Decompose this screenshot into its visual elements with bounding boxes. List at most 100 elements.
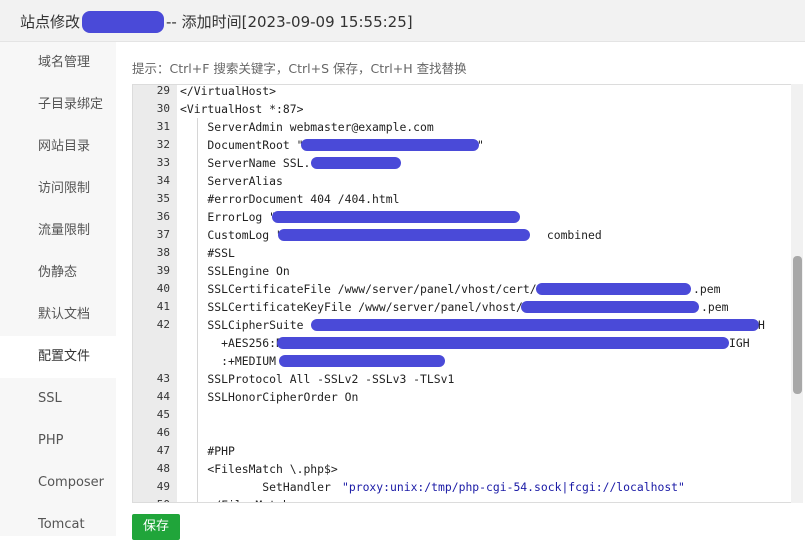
code-text: ServerName SSL.: [180, 156, 311, 170]
dialog-title-bar: 站点修改 -- 添加时间[2023-09-09 15:55:25]: [0, 0, 805, 42]
sidebar-item-0[interactable]: 域名管理: [0, 42, 116, 84]
code-text: <VirtualHost *:87>: [180, 102, 304, 116]
code-line: 48 <FilesMatch \.php$>: [133, 460, 802, 478]
code-text: :+MEDIUM: [180, 354, 277, 368]
code-text-tail: IGH: [729, 336, 750, 350]
line-number: 33: [156, 156, 170, 169]
code-line: 44 SSLHonorCipherOrder On: [133, 388, 802, 406]
sidebar-item-5[interactable]: 伪静态: [0, 252, 116, 294]
code-text: SetHandler: [180, 480, 338, 494]
code-text-tail: H: [758, 318, 765, 332]
line-number: 37: [156, 228, 170, 241]
config-file-editor[interactable]: 29 </VirtualHost> 30 <VirtualHost *:87> 31 S…: [132, 84, 803, 503]
code-line: 29 </VirtualHost>: [133, 84, 802, 100]
code-line: 39 SSLEngine On: [133, 262, 802, 280]
line-number: 39: [156, 264, 170, 277]
code-line: 47 #PHP: [133, 442, 802, 460]
code-line: 35 #errorDocument 404 /404.html: [133, 190, 802, 208]
redacted-site-name: [82, 11, 164, 33]
code-text: SSLCipherSuite: [180, 318, 311, 332]
redacted-value: [279, 355, 445, 367]
code-line: 33 ServerName SSL.: [133, 154, 802, 172]
line-number: 30: [156, 102, 170, 115]
redacted-value: [311, 157, 401, 169]
code-line: 40 SSLCertificateFile /www/server/panel/…: [133, 280, 802, 298]
editor-scrollbar-thumb[interactable]: [793, 256, 802, 394]
line-number: 32: [156, 138, 170, 151]
editor-shortcut-hint: 提示：Ctrl+F 搜索关键字，Ctrl+S 保存，Ctrl+H 查找替换: [132, 61, 467, 76]
code-text: SSLHonorCipherOrder On: [180, 390, 359, 404]
dialog-title-prefix: 站点修改: [20, 13, 81, 31]
redacted-value: [311, 319, 759, 331]
code-text: <FilesMatch \.php$>: [180, 462, 338, 476]
sidebar-item-1[interactable]: 子目录绑定: [0, 84, 116, 126]
code-text: #PHP: [180, 444, 235, 458]
code-string: "proxy:unix:/tmp/php-cgi-54.sock|fcgi://…: [342, 480, 685, 494]
sidebar-item-11[interactable]: Tomcat: [0, 504, 116, 546]
code-line: 32 DocumentRoot " ": [133, 136, 802, 154]
code-line: +AES256:R IGH: [133, 334, 802, 352]
line-number: 38: [156, 246, 170, 259]
code-text: CustomLog ": [180, 228, 283, 242]
sidebar-item-2[interactable]: 网站目录: [0, 126, 116, 168]
sidebar-item-7[interactable]: 配置文件: [0, 336, 116, 378]
line-number: 34: [156, 174, 170, 187]
code-line: 36 ErrorLog ": [133, 208, 802, 226]
code-line: 49 SetHandler "proxy:unix:/tmp/php-cgi-5…: [133, 478, 802, 496]
code-text: SSLProtocol All -SSLv2 -SSLv3 -TLSv1: [180, 372, 455, 386]
line-number: 45: [156, 408, 170, 421]
line-number: 46: [156, 426, 170, 439]
indent-guide: [197, 118, 198, 502]
redacted-value: [536, 283, 691, 295]
sidebar-item-8[interactable]: SSL: [0, 378, 116, 420]
code-line: 31 ServerAdmin webmaster@example.com: [133, 118, 802, 136]
code-text: SSLCertificateFile /www/server/panel/vho…: [180, 282, 537, 296]
line-number: 31: [156, 120, 170, 133]
code-line: 50 </FilesMatch>: [133, 496, 802, 502]
code-text: ErrorLog ": [180, 210, 277, 224]
redacted-value: [277, 337, 729, 349]
line-number: 43: [156, 372, 170, 385]
code-text: ServerAlias: [180, 174, 283, 188]
sidebar-item-3[interactable]: 访问限制: [0, 168, 116, 210]
redacted-value: [301, 139, 479, 151]
sidebar-item-6[interactable]: 默认文档: [0, 294, 116, 336]
code-text: #errorDocument 404 /404.html: [180, 192, 400, 206]
line-number: 49: [156, 480, 170, 493]
code-text: SSLCertificateKeyFile /www/server/panel/…: [180, 300, 523, 314]
code-line: 45: [133, 406, 802, 424]
sidebar-item-9[interactable]: PHP: [0, 420, 116, 462]
code-line: 46: [133, 424, 802, 442]
line-number: 47: [156, 444, 170, 457]
code-text-tail: combined: [540, 228, 602, 242]
code-line: :+MEDIUM: [133, 352, 802, 370]
code-text: #SSL: [180, 246, 235, 260]
code-text: +AES256:R: [180, 336, 283, 350]
save-button[interactable]: 保存: [132, 514, 180, 540]
code-text: DocumentRoot ": [180, 138, 304, 152]
sidebar-item-4[interactable]: 流量限制: [0, 210, 116, 252]
line-number: 42: [156, 318, 170, 331]
dialog-title-timestamp: -- 添加时间[2023-09-09 15:55:25]: [166, 13, 413, 31]
redacted-value: [521, 301, 699, 313]
line-number: 36: [156, 210, 170, 223]
redacted-value: [278, 229, 530, 241]
line-number: 48: [156, 462, 170, 475]
sidebar-item-10[interactable]: Composer: [0, 462, 116, 504]
line-number: 50: [133, 496, 170, 502]
code-text: ServerAdmin webmaster@example.com: [180, 120, 434, 134]
line-number: 44: [156, 390, 170, 403]
code-line: 43 SSLProtocol All -SSLv2 -SSLv3 -TLSv1: [133, 370, 802, 388]
code-line: 30 <VirtualHost *:87>: [133, 100, 802, 118]
code-line: 37 CustomLog " combined: [133, 226, 802, 244]
code-text-tail: ": [477, 138, 484, 152]
code-text: </VirtualHost>: [180, 84, 277, 98]
code-line: 41 SSLCertificateKeyFile /www/server/pan…: [133, 298, 802, 316]
line-number: 41: [156, 300, 170, 313]
line-number: 29: [156, 84, 170, 97]
code-line: 42 SSLCipherSuite H: [133, 316, 802, 334]
line-number: 35: [156, 192, 170, 205]
code-text-tail: .pem: [693, 282, 721, 296]
code-line: 34 ServerAlias: [133, 172, 802, 190]
code-text-tail: .pem: [701, 300, 729, 314]
